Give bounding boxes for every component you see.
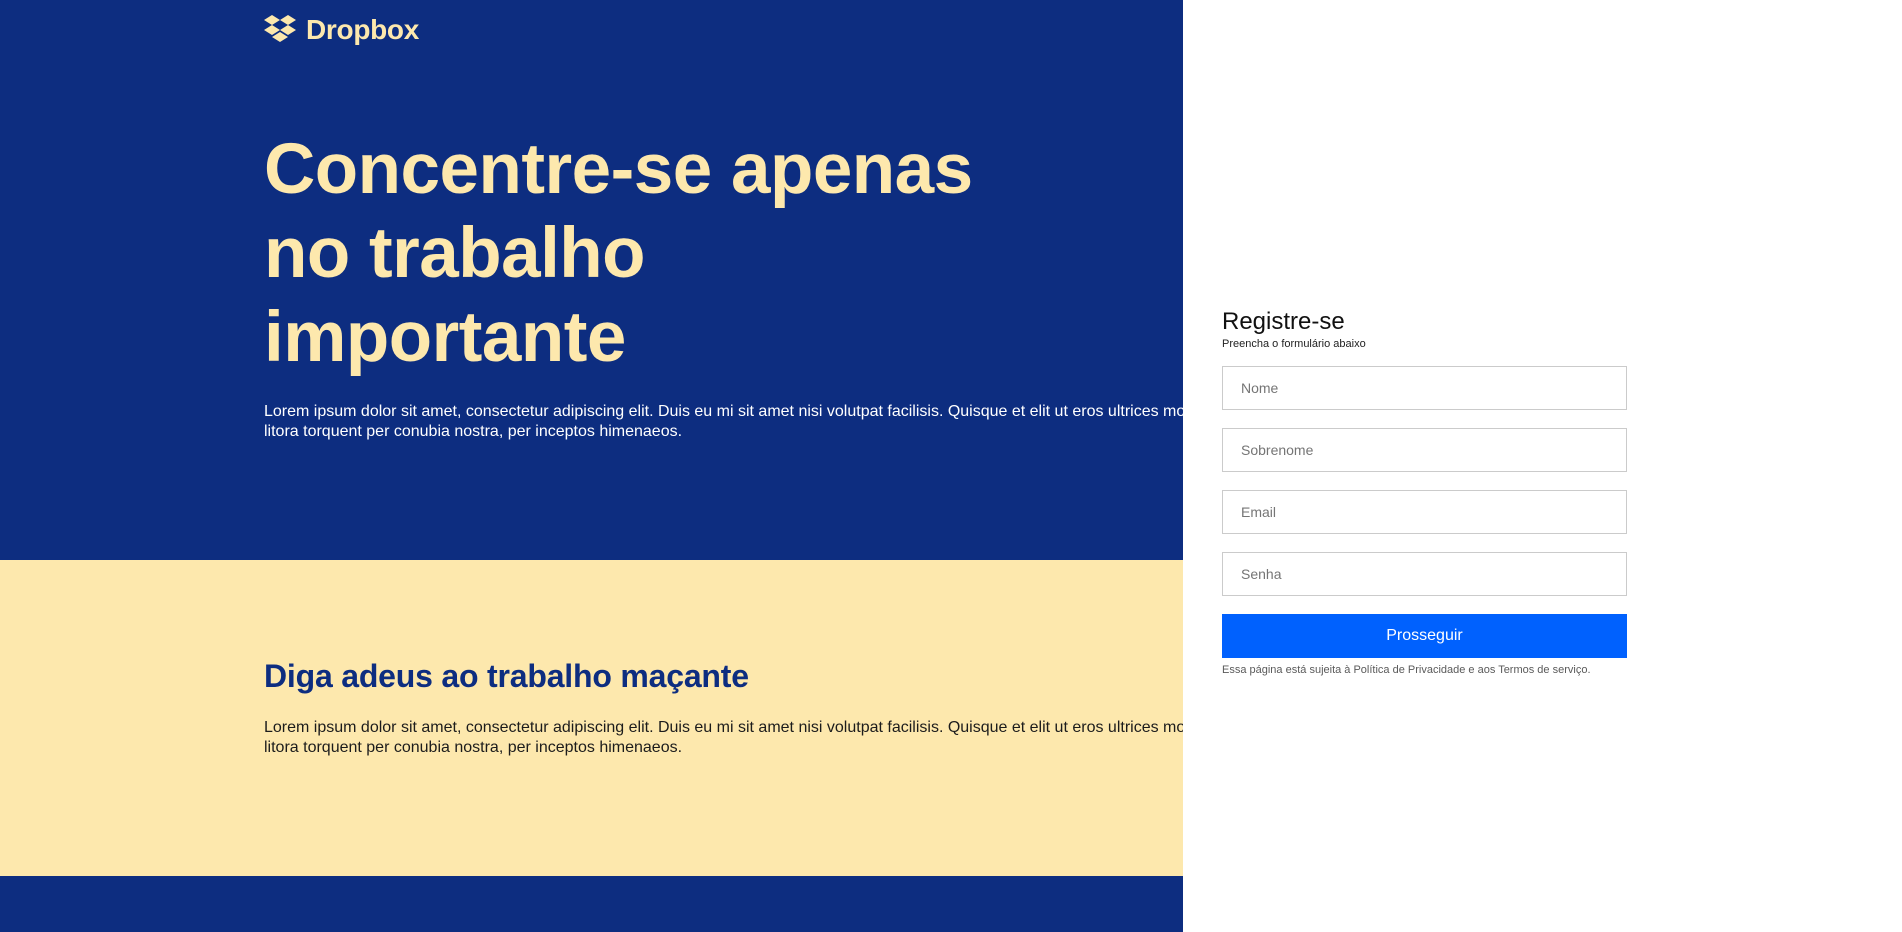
- page: Dropbox Concentre-se apenas no trabalho …: [0, 0, 1902, 932]
- hero-description: Lorem ipsum dolor sit amet, consectetur …: [264, 403, 1183, 440]
- continue-button[interactable]: Prosseguir: [1222, 614, 1627, 658]
- landing-content: Dropbox Concentre-se apenas no trabalho …: [0, 0, 1183, 932]
- feature-title: Diga adeus ao trabalho maçante: [264, 658, 749, 694]
- hero-title-line-1: Concentre-se apenas: [264, 130, 973, 209]
- hero-title: Concentre-se apenas no trabalho importan…: [264, 128, 984, 380]
- dropbox-box-icon: [264, 15, 296, 42]
- brand-name: Dropbox: [306, 14, 420, 45]
- brand-logo[interactable]: Dropbox: [264, 14, 419, 46]
- hero-title-line-3: importante: [264, 298, 626, 377]
- form-title: Registre-se: [1222, 308, 1345, 335]
- hero-title-line-2: no trabalho: [264, 214, 646, 293]
- first-name-input[interactable]: [1222, 366, 1627, 410]
- signup-form: Registre-se Preencha o formulário abaixo…: [1222, 307, 1627, 677]
- legal-notice: Essa página está sujeita à Política de P…: [1222, 664, 1591, 676]
- email-input[interactable]: [1222, 490, 1627, 534]
- last-name-input[interactable]: [1222, 428, 1627, 472]
- signup-panel: Registre-se Preencha o formulário abaixo…: [1183, 0, 1902, 932]
- footer-band: [0, 876, 1183, 932]
- password-input[interactable]: [1222, 552, 1627, 596]
- feature-description: Lorem ipsum dolor sit amet, consectetur …: [264, 719, 1183, 756]
- form-subtitle: Preencha o formulário abaixo: [1222, 338, 1366, 350]
